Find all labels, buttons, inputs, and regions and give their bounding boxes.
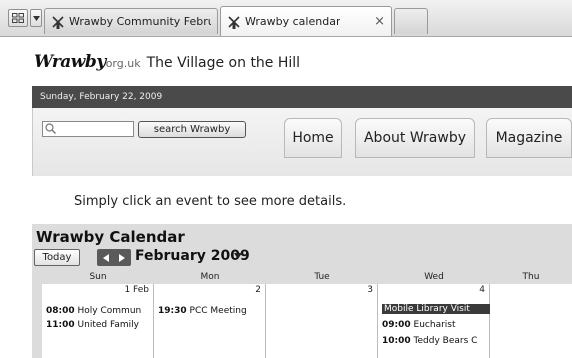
tab-overview-button[interactable] [8, 9, 28, 27]
tab-label: Wrawby Community Februar... [69, 15, 211, 28]
nav-tab-home[interactable]: Home [284, 118, 342, 158]
calendar-event[interactable]: 11:00 United Family [46, 320, 152, 330]
next-month-button[interactable] [113, 249, 131, 266]
date-bar: Sunday, February 22, 2009 [32, 86, 572, 108]
chevron-right-icon [119, 253, 125, 262]
site-brand[interactable]: Wrawby org.uk The Village on the Hill [34, 52, 300, 72]
windmill-icon [228, 15, 240, 29]
month-label: February 2009 [135, 248, 250, 264]
tab-wrawby-community[interactable]: Wrawby Community Februar... [44, 8, 218, 34]
calendar-event[interactable]: 10:00 Teddy Bears C [382, 336, 488, 346]
day-cell-thu[interactable] [490, 284, 572, 358]
event-time: 09:00 [382, 320, 411, 330]
event-time: 19:30 [158, 306, 187, 316]
day-header-row: Sun Mon Tue Wed Thu [42, 270, 572, 284]
tab-label: Wrawby calendar [245, 15, 341, 28]
site-logo: Wrawby [34, 52, 106, 72]
event-time: 08:00 [46, 306, 75, 316]
nav-tab-magazine[interactable]: Magazine [486, 118, 572, 158]
grid-icon [12, 13, 24, 23]
day-cell-wed[interactable]: 4 Mobile Library Visit 09:00 Eucharist 1… [378, 284, 490, 358]
tab-wrawby-calendar[interactable]: Wrawby calendar × [220, 6, 392, 36]
day-cell-tue[interactable]: 3 [266, 284, 378, 358]
search-button[interactable]: search Wrawby [138, 121, 246, 138]
calendar-event[interactable]: 09:00 Eucharist [382, 320, 488, 330]
event-title: Holy Commun [77, 306, 142, 316]
day-header-wed: Wed [424, 272, 444, 282]
tab-menu-button[interactable] [30, 9, 42, 27]
day-cell-mon[interactable]: 2 19:30 PCC Meeting [154, 284, 266, 358]
event-title: Teddy Bears C [413, 336, 478, 346]
calendar-grid: 1 Feb 08:00 Holy Commun 11:00 United Fam… [42, 284, 572, 358]
event-title: PCC Meeting [189, 306, 247, 316]
site-domain: org.uk [105, 57, 141, 70]
calendar-event[interactable]: 08:00 Holy Commun [46, 306, 152, 316]
calendar-title: Wrawby Calendar [36, 228, 185, 246]
search-icon [45, 123, 56, 134]
day-number: 2 [255, 285, 261, 295]
close-tab-icon[interactable]: × [368, 14, 385, 29]
event-title: Eucharist [413, 320, 456, 330]
day-number: 3 [367, 285, 373, 295]
day-header-tue: Tue [314, 272, 330, 282]
day-cell-sun[interactable]: 1 Feb 08:00 Holy Commun 11:00 United Fam… [42, 284, 154, 358]
chevron-left-icon [103, 253, 109, 262]
event-title: Mobile Library Visit [384, 304, 470, 314]
day-number: 1 Feb [124, 285, 149, 295]
day-header-mon: Mon [200, 272, 220, 282]
calendar-event[interactable]: 19:30 PCC Meeting [158, 306, 264, 316]
today-button[interactable]: Today [34, 249, 80, 266]
day-header-thu: Thu [522, 272, 540, 282]
chevron-down-icon [32, 15, 40, 21]
event-title: United Family [77, 320, 139, 330]
nav-tab-about-wrawby[interactable]: About Wrawby [355, 118, 475, 158]
day-header-sun: Sun [89, 272, 107, 282]
site-tagline: The Village on the Hill [146, 55, 301, 71]
calendar-event-highlighted[interactable]: Mobile Library Visit [382, 304, 490, 314]
new-tab-button[interactable] [394, 8, 428, 34]
calendar-hint: Simply click an event to see more detail… [74, 194, 347, 209]
day-number: 4 [479, 285, 485, 295]
month-dropdown-icon[interactable] [234, 253, 242, 259]
event-time: 11:00 [46, 320, 75, 330]
windmill-icon [52, 15, 64, 29]
event-time: 10:00 [382, 336, 411, 346]
